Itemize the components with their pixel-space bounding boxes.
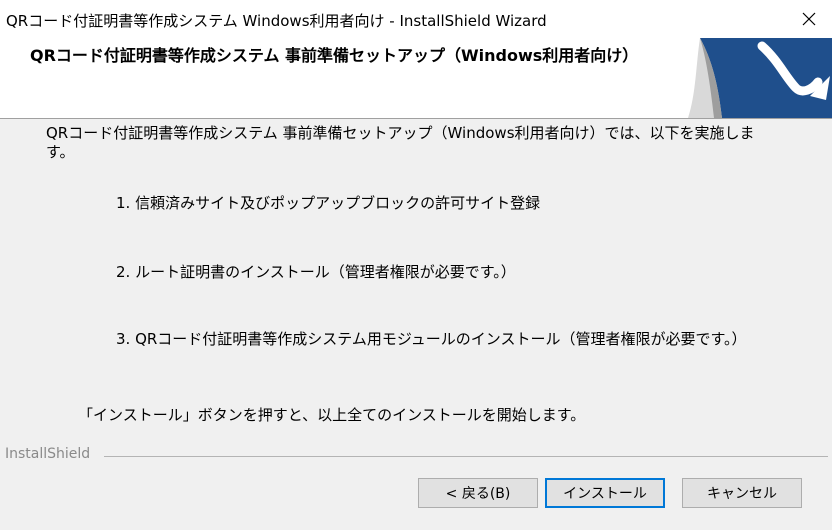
window-bottom-edge xyxy=(0,522,832,530)
cancel-button[interactable]: キャンセル xyxy=(682,478,802,508)
header-banner: QRコード付証明書等作成システム 事前準備セットアップ（Windows利用者向け… xyxy=(0,38,832,119)
separator-line xyxy=(104,456,828,457)
back-button[interactable]: < 戻る(B) xyxy=(418,478,538,508)
step-item-1: 1. 信頼済みサイト及びポップアップブロックの許可サイト登録 xyxy=(116,194,541,212)
install-button[interactable]: インストール xyxy=(545,478,665,508)
install-note: 「インストール」ボタンを押すと、以上全てのインストールを開始します。 xyxy=(78,406,586,424)
close-button[interactable] xyxy=(786,0,832,38)
brand-separator-row: InstallShield xyxy=(0,446,832,466)
intro-text: QRコード付証明書等作成システム 事前準備セットアップ（Windows利用者向け… xyxy=(46,124,755,161)
close-icon xyxy=(802,12,816,26)
title-bar: QRコード付証明書等作成システム Windows利用者向け - InstallS… xyxy=(0,0,832,38)
installer-window: QRコード付証明書等作成システム Windows利用者向け - InstallS… xyxy=(0,0,832,530)
installshield-brand-label: InstallShield xyxy=(5,446,91,462)
main-content: QRコード付証明書等作成システム 事前準備セットアップ（Windows利用者向け… xyxy=(0,119,832,439)
step-item-3: 3. QRコード付証明書等作成システム用モジュールのインストール（管理者権限が必… xyxy=(116,330,747,348)
window-title: QRコード付証明書等作成システム Windows利用者向け - InstallS… xyxy=(6,12,547,30)
step-item-2: 2. ルート証明書のインストール（管理者権限が必要です。） xyxy=(116,263,516,281)
installshield-page-curl-graphic xyxy=(688,38,832,118)
banner-heading: QRコード付証明書等作成システム 事前準備セットアップ（Windows利用者向け… xyxy=(30,46,639,65)
